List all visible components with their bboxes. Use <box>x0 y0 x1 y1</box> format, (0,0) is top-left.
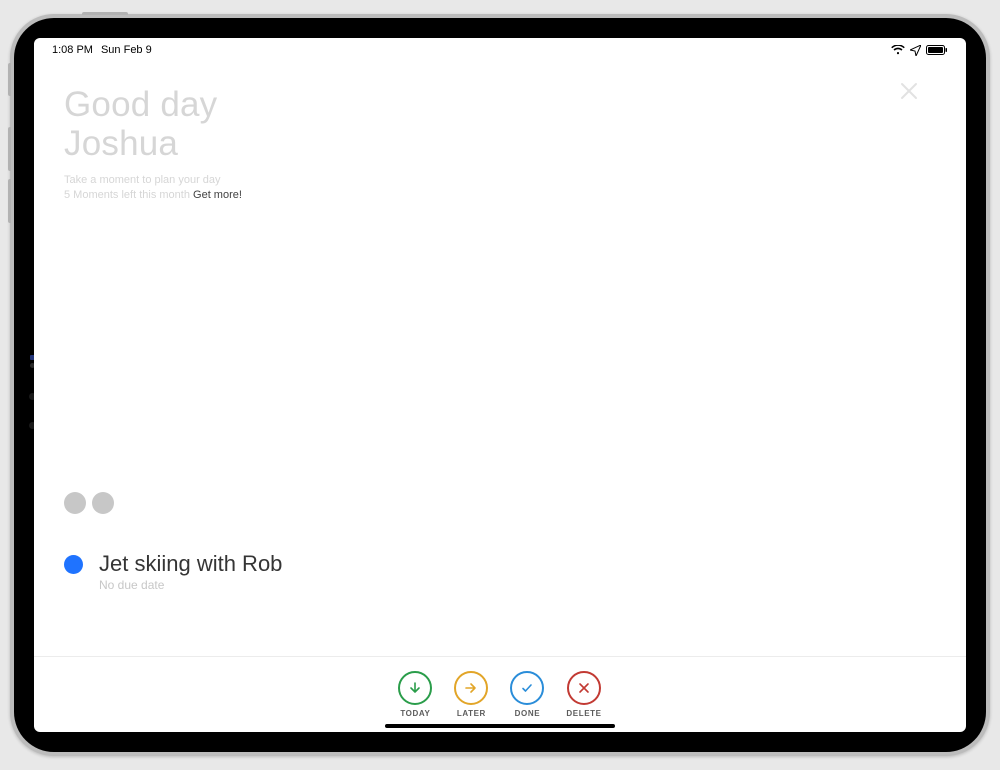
status-time: 1:08 PM <box>52 44 93 56</box>
greeting-subtitle: Take a moment to plan your day <box>64 173 936 188</box>
greeting-line-2: Joshua <box>64 125 936 164</box>
moments-left: 5 Moments left this month <box>64 189 190 201</box>
later-button[interactable]: LATER <box>454 671 488 718</box>
done-button[interactable]: DONE <box>510 671 544 718</box>
moments-line: 5 Moments left this month Get more! <box>64 188 936 203</box>
cross-icon <box>567 671 601 705</box>
page-dot <box>92 492 114 514</box>
delete-button[interactable]: DELETE <box>566 671 601 718</box>
task-subtitle: No due date <box>99 578 282 592</box>
action-bar: TODAY LATER DONE <box>34 671 966 718</box>
home-indicator[interactable] <box>385 724 615 728</box>
delete-label: DELETE <box>566 709 601 718</box>
page-indicator <box>64 492 114 514</box>
task-card[interactable]: Jet skiing with Rob No due date <box>64 552 936 592</box>
done-label: DONE <box>515 709 541 718</box>
later-label: LATER <box>457 709 486 718</box>
arrow-right-icon <box>454 671 488 705</box>
greeting-line-1: Good day <box>64 86 936 125</box>
check-icon <box>510 671 544 705</box>
today-button[interactable]: TODAY <box>398 671 432 718</box>
page-dot <box>64 492 86 514</box>
today-label: TODAY <box>400 709 430 718</box>
status-bar: 1:08 PM Sun Feb 9 <box>34 38 966 62</box>
get-more-link[interactable]: Get more! <box>193 189 242 201</box>
status-date: Sun Feb 9 <box>101 44 152 56</box>
wifi-icon <box>891 45 905 55</box>
task-title: Jet skiing with Rob <box>99 552 282 576</box>
task-bullet <box>64 555 83 574</box>
action-divider <box>34 656 966 657</box>
battery-icon <box>926 45 948 55</box>
location-icon <box>910 45 921 56</box>
arrow-down-icon <box>398 671 432 705</box>
greeting: Good day Joshua <box>64 86 936 163</box>
